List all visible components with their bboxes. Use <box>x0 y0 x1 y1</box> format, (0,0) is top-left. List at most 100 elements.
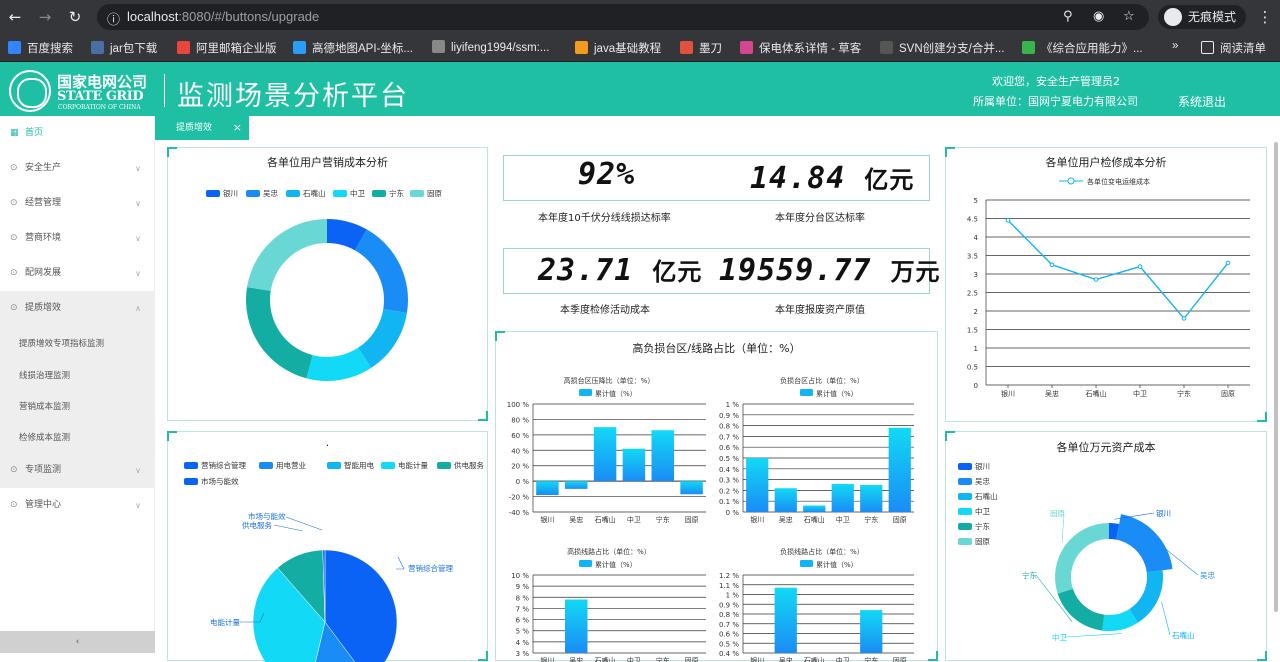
page-title: 监测场景分析平台 <box>177 81 409 112</box>
submenu-item[interactable]: 线损治理监测 <box>19 369 70 381</box>
subchart-title: 高损线路占比（单位：%） <box>567 547 651 556</box>
y-tick-label: 1 % <box>726 401 740 409</box>
sidebar-item-special[interactable]: ⊙ 专项监测 ∨ <box>0 453 155 488</box>
bar <box>860 485 883 512</box>
chevron-down-icon: ∨ <box>135 164 141 173</box>
kpi-value: 23.71 亿元 <box>538 253 703 288</box>
bar <box>860 610 883 653</box>
favicon-icon <box>740 41 753 54</box>
bookmark-item[interactable]: liyifeng1994/ssm:... <box>432 40 549 54</box>
x-tick-label: 吴忠 <box>1045 390 1059 398</box>
scrollbar[interactable] <box>1272 140 1280 653</box>
y-tick-label: 40 % <box>511 447 529 455</box>
sidebar-item-grid-dev[interactable]: ⊙ 配网发展 ∨ <box>0 256 155 291</box>
sidebar: ▦ 首页 ⊙ 安全生产 ∨ ⊙ 经营管理 ∨ ⊙ 营商环境 ∨ ⊙ 配网发展 ∨ ⊙ 提质增效 ∧ 提… <box>0 116 155 653</box>
panel-marketing-category: . 营销综合管理 用电营业 智能用电 电能计量 供电服务 市场与能效 营销综合管理 电能计量… <box>167 431 488 662</box>
chevron-down-icon: ∨ <box>135 466 141 475</box>
x-tick-label: 石嘴山 <box>804 656 825 662</box>
zoom-icon[interactable]: ⚲ <box>1063 9 1073 24</box>
donut-slice <box>354 229 408 313</box>
y-tick-label: 4 % <box>516 639 530 647</box>
y-tick-label: -20 % <box>509 494 530 502</box>
line-chart: 各单位变电运维成本 0 0.5 1 1.5 2 2.5 3 3.5 4 4.5 5 银川 吴忠 石嘴山 中卫 宁… <box>967 177 1250 398</box>
bookmark-item[interactable]: 《综合应用能力》... <box>1022 40 1143 56</box>
y-tick-label: 1 <box>974 345 978 353</box>
pie-label: 供电服务 <box>242 520 272 530</box>
bookmark-item[interactable]: jar包下载 <box>91 40 157 56</box>
panel-maintenance-cost: 各单位用户检修成本分析 各单位变电运维成本 0 0.5 1 1.5 2 2.5 3 3.5 4 4.… <box>945 147 1267 422</box>
bookmark-item[interactable]: java基础教程 <box>575 40 661 56</box>
bar <box>680 481 703 495</box>
donut-slice <box>1129 570 1163 623</box>
eye-off-icon[interactable]: ◉ <box>1093 9 1104 24</box>
donut-chart: 银川吴忠石嘴山 中卫 宁东 固原 <box>1022 509 1216 642</box>
bookmark-item[interactable]: 高德地图API-坐标... <box>293 40 413 56</box>
donut-label: 固原 <box>1050 509 1066 518</box>
pin-icon: ⊙ <box>10 233 18 243</box>
logout-button[interactable]: 系统退出 <box>1178 93 1226 110</box>
subchart-title: 高损台区压降比（单位：%） <box>564 376 655 385</box>
y-tick-label: 2.5 <box>967 290 978 298</box>
x-tick-label: 固原 <box>893 516 907 524</box>
bookmark-item[interactable]: SVN创建分支/合并... <box>880 40 1004 56</box>
star-icon[interactable]: ☆ <box>1123 9 1135 24</box>
reading-list[interactable]: 阅读清单 <box>1201 40 1266 56</box>
bookmark-overflow[interactable]: » <box>1172 40 1178 52</box>
scrollbar-thumb[interactable] <box>1274 142 1278 612</box>
incognito-icon <box>1164 8 1182 26</box>
bar <box>774 488 797 512</box>
legend-marker <box>1067 177 1075 185</box>
y-tick-label: 3 % <box>516 650 530 658</box>
donut-label-line <box>1161 601 1171 636</box>
sidebar-item-management[interactable]: ⊙ 经营管理 ∨ <box>0 186 155 221</box>
forward-arrow-icon[interactable]: → <box>35 7 55 27</box>
y-tick-label: 3 <box>974 271 978 279</box>
tab-efficiency[interactable]: 提质增效 × <box>155 116 249 140</box>
favicon-icon <box>8 41 21 54</box>
sidebar-collapse-button[interactable]: ‹ <box>0 631 155 653</box>
kpi-value: 14.84 亿元 <box>750 161 915 196</box>
y-tick-label: 0.9 % <box>719 412 739 420</box>
reload-icon[interactable]: ↻ <box>65 7 85 27</box>
pin-icon: ⊙ <box>10 465 18 475</box>
address-bar[interactable]: ⓘ localhost:8080/#/buttons/upgrade ⚲ ◉ ☆ <box>97 4 1149 30</box>
submenu-item[interactable]: 营销成本监测 <box>19 400 70 412</box>
x-tick-label: 宁东 <box>1177 389 1191 398</box>
kpi-label: 本年度分台区达标率 <box>775 213 865 224</box>
sidebar-item-business[interactable]: ⊙ 营商环境 ∨ <box>0 221 155 256</box>
panel-asset-cost: 各单位万元资产成本 银川 吴忠 石嘴山 中卫 宁东 固原 银川 吴忠 石嘴山 中卫 宁东 固原 <box>945 431 1267 661</box>
sidebar-item-safety[interactable]: ⊙ 安全生产 ∨ <box>0 151 155 186</box>
submenu-item[interactable]: 检修成本监测 <box>19 431 70 443</box>
y-tick-label: 0 % <box>516 478 530 486</box>
submenu-item[interactable]: 提质增效专项指标监测 <box>19 337 104 349</box>
y-tick-label: -40 % <box>509 509 530 517</box>
x-tick-label: 石嘴山 <box>595 515 616 524</box>
donut-slice <box>246 287 313 379</box>
bar <box>565 599 588 653</box>
bar <box>622 448 646 482</box>
bookmark-item[interactable]: 墨刀 <box>680 40 722 56</box>
welcome-text: 欢迎您，安全生产管理员2 <box>992 75 1120 88</box>
sidebar-item-admin[interactable]: ⊙ 管理中心 ∨ <box>0 488 155 523</box>
bar-charts: 高损台区压降比（单位：%） 累计值（%） 100 % 80 % 60 % 40 % 20 %… <box>507 376 914 662</box>
back-arrow-icon[interactable]: ← <box>5 7 25 27</box>
data-point <box>1225 260 1231 266</box>
incognito-badge[interactable]: 无痕模式 <box>1158 5 1247 29</box>
legend-label: 各单位变电运维成本 <box>1087 177 1150 186</box>
bookmark-item[interactable]: 阿里邮箱企业版 <box>177 40 277 56</box>
sidebar-item-efficiency[interactable]: ⊙ 提质增效 ∧ <box>0 291 155 326</box>
x-tick-label: 银川 <box>540 656 554 662</box>
sidebar-item-home[interactable]: ▦ 首页 <box>0 116 155 151</box>
y-tick-label: 0 % <box>726 509 740 517</box>
menu-dots-icon[interactable]: ⋮ <box>1255 7 1275 27</box>
bookmarks-bar: 百度搜索 jar包下载 阿里邮箱企业版 高德地图API-坐标... liyife… <box>0 33 1280 62</box>
x-tick-label: 石嘴山 <box>1086 389 1107 398</box>
x-tick-label: 宁东 <box>864 515 878 524</box>
close-icon[interactable]: × <box>233 116 242 140</box>
y-tick-label: 1.1 % <box>719 582 739 590</box>
bookmark-item[interactable]: 百度搜索 <box>8 40 73 56</box>
favicon-icon <box>177 41 190 54</box>
bookmark-item[interactable]: 保电体系详情 - 草客 <box>740 40 861 56</box>
info-icon[interactable]: ⓘ <box>107 9 120 28</box>
y-tick-label: 1.2 % <box>719 572 739 580</box>
